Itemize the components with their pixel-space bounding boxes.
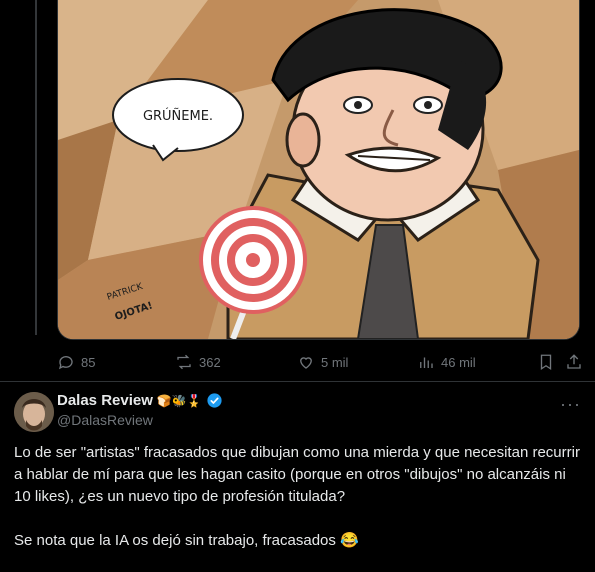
verified-icon xyxy=(207,393,222,408)
author-name[interactable]: Dalas Review xyxy=(57,392,153,409)
views-button[interactable]: 46 mil xyxy=(417,353,476,371)
reply-paragraph-2: Se nota que la IA os dejó sin trabajo, f… xyxy=(14,532,359,549)
bookmark-icon xyxy=(540,354,552,371)
reply-button[interactable]: 85 xyxy=(57,353,95,371)
thread-line xyxy=(35,0,37,335)
reply-author: Dalas Review 🍞🐝🎖️ @DalasReview xyxy=(57,392,223,428)
repost-count: 362 xyxy=(199,354,221,370)
tweet-actions: 85 362 5 mil 46 mil xyxy=(57,351,587,373)
bookmark-button[interactable] xyxy=(537,353,555,371)
author-badges: 🍞🐝🎖️ xyxy=(156,393,202,408)
tweet-image[interactable]: GRÚÑEME. PATRICK OJOTA! xyxy=(57,0,580,340)
avatar[interactable] xyxy=(14,392,54,432)
share-icon xyxy=(567,354,581,369)
views-count: 46 mil xyxy=(441,354,476,370)
like-count: 5 mil xyxy=(321,354,349,370)
like-icon xyxy=(300,357,312,369)
author-handle[interactable]: @DalasReview xyxy=(57,412,223,428)
reply-icon xyxy=(58,356,73,370)
views-icon xyxy=(420,357,433,368)
more-icon[interactable]: ··· xyxy=(560,394,581,415)
repost-icon xyxy=(177,354,191,370)
reply-count: 85 xyxy=(81,354,96,370)
caricature-illustration: GRÚÑEME. PATRICK OJOTA! xyxy=(58,0,579,339)
share-button[interactable] xyxy=(565,353,583,371)
divider xyxy=(0,381,595,382)
avatar-image xyxy=(14,392,54,432)
reply-text: Lo de ser "artistas" fracasados que dibu… xyxy=(14,442,584,552)
speech-bubble-text: GRÚÑEME. xyxy=(143,108,213,124)
like-button[interactable]: 5 mil xyxy=(297,353,348,371)
reply-paragraph-1: Lo de ser "artistas" fracasados que dibu… xyxy=(14,444,585,505)
repost-button[interactable]: 362 xyxy=(175,353,221,371)
